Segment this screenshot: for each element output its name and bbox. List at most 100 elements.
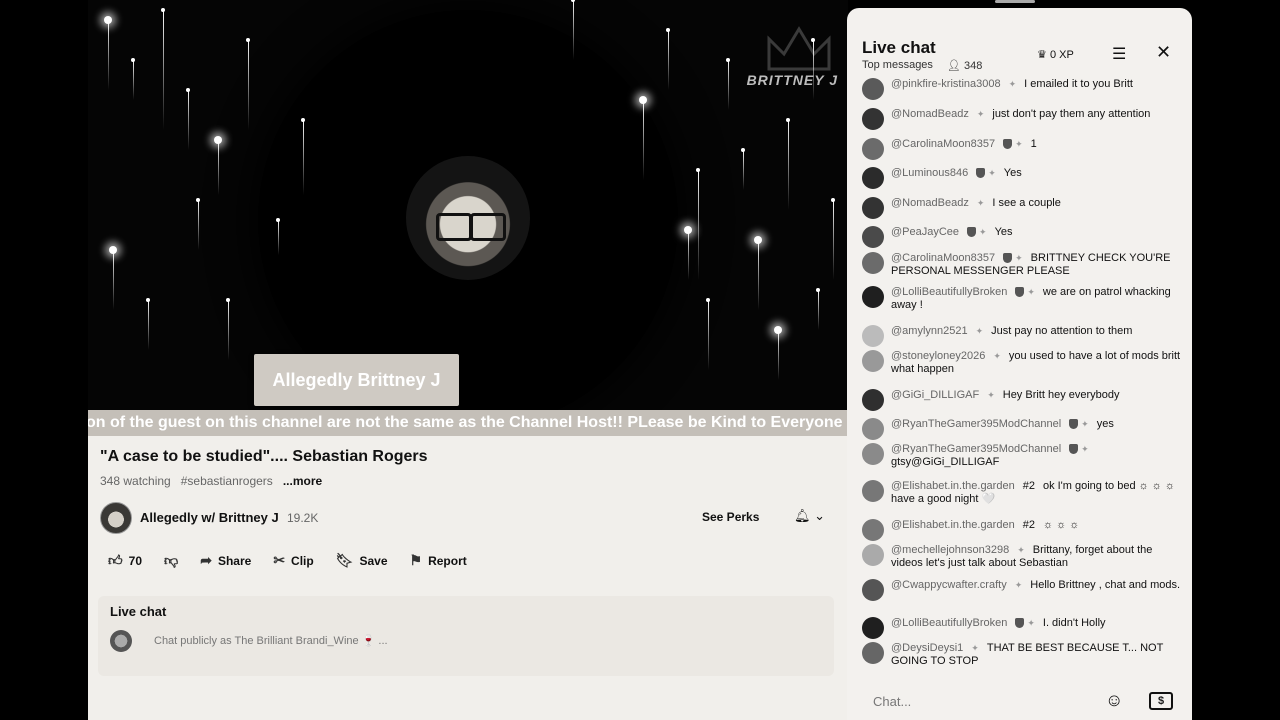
live-chat-panel: Live chat Top messages 👤︎ 348 ♛ 0 XP ☰ ✕… [847,8,1192,720]
chevron-down-icon: ⌄ [814,508,826,523]
chat-text: Yes [1003,167,1022,179]
chat-avatar[interactable] [862,544,884,566]
chat-avatar[interactable] [862,519,884,541]
chat-message[interactable]: @RyanTheGamer395ModChannel ✦ yes [862,418,1182,440]
chat-author[interactable]: @NomadBeadz [891,108,969,120]
report-label: Report [428,553,467,568]
chat-avatar[interactable] [862,418,884,440]
video-player[interactable]: BRITTNEY J Allegedly Brittney J [88,0,848,410]
chat-avatar[interactable] [862,389,884,411]
chat-avatar[interactable] [862,252,884,274]
channel-name[interactable]: Allegedly w/ Brittney J [140,510,279,525]
chat-author[interactable]: @mechellejohnson3298 [891,544,1009,556]
chat-author[interactable]: @NomadBeadz [891,197,969,209]
chat-message-body: @pinkfire-kristina3008 ✦ I emailed it to y… [891,78,1182,91]
super-chat-icon[interactable]: $ [1149,692,1173,710]
chat-message[interactable]: @LolliBeautifullyBroken ✦ I. didn't Holly [862,617,1182,639]
close-icon[interactable]: ✕ [1156,42,1171,63]
chat-message[interactable]: @mechellejohnson3298 ✦ Brittany, forget ab… [862,544,1182,570]
chat-avatar[interactable] [862,138,884,160]
chat-message[interactable]: @NomadBeadz ✦ I see a couple [862,197,1182,219]
chat-author[interactable]: @amylynn2521 [891,325,968,337]
chat-text: Just pay no attention to them [991,325,1133,337]
chat-message[interactable]: @Luminous846 ✦ Yes [862,167,1182,189]
report-button[interactable]: ⚑ Report [410,552,467,569]
chat-author[interactable]: @LolliBeautifullyBroken [891,286,1007,298]
chat-avatar[interactable] [862,286,884,308]
chat-message-body: @Elishabet.in.the.garden #2 ok I'm going t… [891,480,1182,506]
chat-message[interactable]: @Elishabet.in.the.garden #2 ☼ ☼ ☼ [862,519,1182,541]
channel-avatar[interactable] [100,502,132,534]
chat-author[interactable]: @RyanTheGamer395ModChannel [891,418,1061,430]
notification-bell-button[interactable]: 🔔︎ ⌄ [794,508,825,524]
chat-author[interactable]: @LolliBeautifullyBroken [891,617,1007,629]
ticker-text: on of the guest on this channel are not … [88,414,843,431]
chat-avatar[interactable] [862,579,884,601]
chat-avatar[interactable] [862,480,884,502]
light-streak [278,220,279,255]
member-flair-icon: ✦ [976,198,985,208]
light-streak [188,90,189,150]
like-button[interactable]: 👍︎ 70 [108,552,142,569]
chat-author[interactable]: @CarolinaMoon8357 [891,138,995,150]
moderator-badge-icon [976,168,986,179]
chat-avatar[interactable] [862,226,884,248]
light-spark [816,288,820,292]
chat-author[interactable]: @GiGi_DILLIGAF [891,389,979,401]
xp-indicator[interactable]: ♛ 0 XP [1037,48,1074,61]
emoji-icon[interactable]: ☺ [1105,690,1123,711]
like-count: 70 [128,553,142,568]
chat-avatar[interactable] [862,197,884,219]
chat-message[interactable]: @GiGi_DILLIGAF ✦ Hey Britt hey everybody [862,389,1182,411]
subscriber-count: 19.2K [287,511,319,525]
chat-avatar[interactable] [862,443,884,465]
share-button[interactable]: ➦ Share [200,552,251,569]
chat-preview-input[interactable]: Chat publicly as The Brilliant Brandi_Wi… [154,634,388,647]
save-button[interactable]: 🔖︎ Save [336,552,388,569]
chat-input[interactable]: Chat... [873,694,911,709]
chat-message-body: @Elishabet.in.the.garden #2 ☼ ☼ ☼ [891,519,1182,532]
chat-message[interactable]: @DeysiDeysi1 ✦ THAT BE BEST BECAUSE T... N… [862,642,1182,668]
chat-message[interactable]: @amylynn2521 ✦ Just pay no attention to th… [862,325,1182,347]
see-perks-button[interactable]: See Perks [702,510,759,524]
more-link[interactable]: ...more [283,474,322,488]
hashtag-link[interactable]: #sebastianrogers [181,474,273,488]
chat-message[interactable]: @CarolinaMoon8357 ✦ 1 [862,138,1182,160]
chat-message[interactable]: @NomadBeadz ✦ just don't pay them any atte… [862,108,1182,130]
chat-message[interactable]: @PeaJayCee ✦ Yes [862,226,1182,248]
chat-message-list[interactable]: @pinkfire-kristina3008 ✦ I emailed it to y… [847,78,1192,678]
chat-author[interactable]: @Elishabet.in.the.garden [891,480,1015,492]
chat-text: Hello Brittney , chat and mods. [1030,579,1181,591]
clip-button[interactable]: ✂ Clip [273,552,313,569]
top-handle [995,0,1035,3]
chat-author[interactable]: @DeysiDeysi1 [891,642,963,654]
chat-avatar[interactable] [862,78,884,100]
filter-icon[interactable]: ☰ [1112,44,1126,64]
chat-author[interactable]: @stoneyloney2026 [891,350,985,362]
chat-message[interactable]: @stoneyloney2026 ✦ you used to have a lot … [862,350,1182,376]
top-messages-dropdown[interactable]: Top messages [862,59,933,71]
chat-message[interactable]: @CarolinaMoon8357 ✦ BRITTNEY CHECK YOU'RE … [862,252,1182,278]
chat-author[interactable]: @PeaJayCee [891,226,959,238]
chat-avatar[interactable] [862,325,884,347]
chat-avatar[interactable] [862,167,884,189]
chat-message[interactable]: @LolliBeautifullyBroken ✦ we are on patrol… [862,286,1182,312]
light-streak [788,120,789,210]
chat-author[interactable]: @RyanTheGamer395ModChannel [891,443,1061,455]
chat-author[interactable]: @Cwappycwafter.crafty [891,579,1007,591]
chat-message[interactable]: @pinkfire-kristina3008 ✦ I emailed it to y… [862,78,1182,100]
dislike-button[interactable]: 👎︎ [164,552,178,569]
chat-message-body: @RyanTheGamer395ModChannel ✦ gtsy@GiGi_DIL… [891,443,1182,469]
chat-message[interactable]: @RyanTheGamer395ModChannel ✦ gtsy@GiGi_DIL… [862,443,1182,469]
chat-avatar[interactable] [862,350,884,372]
chat-author[interactable]: @Luminous846 [891,167,968,179]
chat-avatar[interactable] [862,108,884,130]
chat-avatar[interactable] [862,642,884,664]
action-bar: 👍︎ 70 👎︎ ➦ Share ✂ Clip 🔖︎ Save ⚑ Report [108,552,489,569]
chat-avatar[interactable] [862,617,884,639]
chat-author[interactable]: @CarolinaMoon8357 [891,252,995,264]
chat-author[interactable]: @pinkfire-kristina3008 [891,78,1001,90]
chat-message[interactable]: @Elishabet.in.the.garden #2 ok I'm going t… [862,480,1182,506]
chat-author[interactable]: @Elishabet.in.the.garden [891,519,1015,531]
chat-message[interactable]: @Cwappycwafter.crafty ✦ Hello Brittney , c… [862,579,1182,601]
